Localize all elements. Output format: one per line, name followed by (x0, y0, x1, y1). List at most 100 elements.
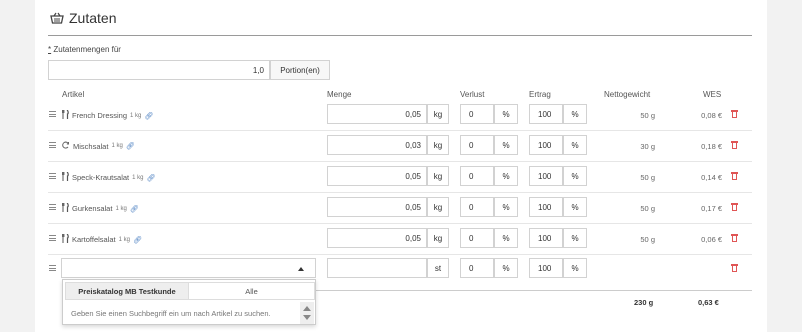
nettogewicht-value: 50 g (640, 111, 655, 120)
wes-value: 0,17 € (701, 204, 722, 213)
col-header-ertrag: Ertrag (529, 90, 551, 99)
tab-alle[interactable]: Alle (189, 282, 315, 300)
article-search-select[interactable] (61, 258, 316, 278)
wes-value: 0,18 € (701, 142, 722, 151)
drag-handle-icon[interactable] (49, 204, 56, 212)
unit-select[interactable]: kg (427, 104, 449, 124)
ertrag-unit: % (563, 135, 587, 155)
row-article: French Dressing 1 kg 🔗︎ (61, 109, 153, 121)
article-name: French Dressing (72, 111, 128, 120)
article-name: Kartoffelsalat (72, 235, 116, 244)
ertrag-unit: % (563, 228, 587, 248)
article-weight: 1 kg (132, 174, 144, 181)
new-ertrag-input[interactable]: 100 (529, 258, 563, 278)
link-icon[interactable]: 🔗︎ (146, 174, 155, 182)
portion-label: * Zutatenmengen für (48, 45, 121, 54)
nettogewicht-value: 30 g (640, 142, 655, 151)
search-hint: Geben Sie einen Suchbegriff ein um nach … (63, 302, 299, 324)
unit-select[interactable]: kg (427, 228, 449, 248)
portion-input[interactable]: 1,0 (48, 60, 270, 80)
basket-icon (50, 12, 64, 24)
col-header-wes: WES (703, 90, 722, 99)
scroll-down-icon[interactable] (303, 315, 311, 320)
fork-knife-icon (61, 109, 69, 121)
unit-select[interactable]: kg (427, 135, 449, 155)
ertrag-input[interactable]: 100 (529, 135, 563, 155)
delete-row-trash-icon[interactable] (731, 110, 738, 118)
ertrag-unit: % (563, 104, 587, 124)
article-name: Mischsalat (73, 141, 109, 151)
wes-value: 0,14 € (701, 173, 722, 182)
link-icon[interactable]: 🔗︎ (130, 205, 139, 213)
portion-unit: Portion(en) (270, 60, 330, 80)
ertrag-unit: % (563, 197, 587, 217)
unit-select[interactable]: kg (427, 166, 449, 186)
scroll-up-icon[interactable] (303, 306, 311, 311)
verlust-unit: % (494, 197, 518, 217)
verlust-input[interactable]: 0 (460, 135, 494, 155)
chevron-up-icon (298, 267, 304, 271)
menge-input[interactable]: 0,05 (327, 228, 427, 248)
drag-handle-icon[interactable] (49, 111, 56, 119)
fork-knife-icon (61, 202, 69, 214)
verlust-unit: % (494, 135, 518, 155)
article-weight: 1 kg (111, 143, 123, 149)
verlust-input[interactable]: 0 (460, 166, 494, 186)
wes-value: 0,08 € (701, 111, 722, 120)
fork-knife-icon (61, 171, 69, 183)
menge-input[interactable]: 0,03 (327, 135, 427, 155)
fork-knife-icon (61, 233, 69, 245)
tab-preiskatalog[interactable]: Preiskatalog MB Testkunde (65, 282, 189, 300)
verlust-unit: % (494, 228, 518, 248)
row-divider (48, 223, 752, 224)
row-article: Mischsalat 1 kg 🔗︎ (62, 141, 135, 151)
delete-row-trash-icon[interactable] (731, 172, 738, 180)
delete-row-trash-icon[interactable] (731, 234, 738, 242)
divider (48, 35, 752, 36)
row-divider (48, 192, 752, 193)
wes-value: 0,06 € (701, 235, 722, 244)
verlust-input[interactable]: 0 (460, 104, 494, 124)
row-divider (48, 161, 752, 162)
nettogewicht-value: 50 g (640, 173, 655, 182)
required-mark: * (48, 45, 52, 54)
drag-handle-icon[interactable] (49, 265, 56, 273)
ertrag-input[interactable]: 100 (529, 166, 563, 186)
link-icon[interactable]: 🔗︎ (126, 142, 135, 150)
totals-divider (316, 290, 752, 291)
section-title: Zutaten (69, 10, 117, 26)
col-header-menge: Menge (327, 90, 352, 99)
article-weight: 1 kg (118, 236, 130, 243)
link-icon[interactable]: 🔗︎ (133, 236, 142, 244)
drag-handle-icon[interactable] (49, 142, 56, 150)
new-unit-select[interactable]: st (427, 258, 449, 278)
dropdown-scrollbar[interactable] (300, 302, 314, 324)
new-ertrag-unit: % (563, 258, 587, 278)
verlust-unit: % (494, 104, 518, 124)
delete-row-trash-icon[interactable] (731, 264, 738, 272)
article-dropdown: Preiskatalog MB Testkunde Alle Geben Sie… (62, 279, 316, 325)
total-wes: 0,63 € (698, 298, 719, 307)
ertrag-input[interactable]: 100 (529, 228, 563, 248)
delete-row-trash-icon[interactable] (731, 203, 738, 211)
ertrag-input[interactable]: 100 (529, 104, 563, 124)
ertrag-input[interactable]: 100 (529, 197, 563, 217)
verlust-input[interactable]: 0 (460, 197, 494, 217)
drag-handle-icon[interactable] (49, 235, 56, 243)
row-divider (48, 254, 752, 255)
new-verlust-input[interactable]: 0 (460, 258, 494, 278)
new-menge-input[interactable] (327, 258, 427, 278)
delete-row-trash-icon[interactable] (731, 141, 738, 149)
link-icon[interactable]: 🔗︎ (144, 112, 153, 120)
menge-input[interactable]: 0,05 (327, 104, 427, 124)
menge-input[interactable]: 0,05 (327, 197, 427, 217)
row-article: Gurkensalat 1 kg 🔗︎ (61, 202, 139, 214)
unit-select[interactable]: kg (427, 197, 449, 217)
verlust-input[interactable]: 0 (460, 228, 494, 248)
col-header-verlust: Verlust (460, 90, 485, 99)
menge-input[interactable]: 0,05 (327, 166, 427, 186)
section-header: Zutaten (50, 10, 116, 26)
verlust-unit: % (494, 166, 518, 186)
refresh-icon (62, 141, 70, 151)
drag-handle-icon[interactable] (49, 173, 56, 181)
